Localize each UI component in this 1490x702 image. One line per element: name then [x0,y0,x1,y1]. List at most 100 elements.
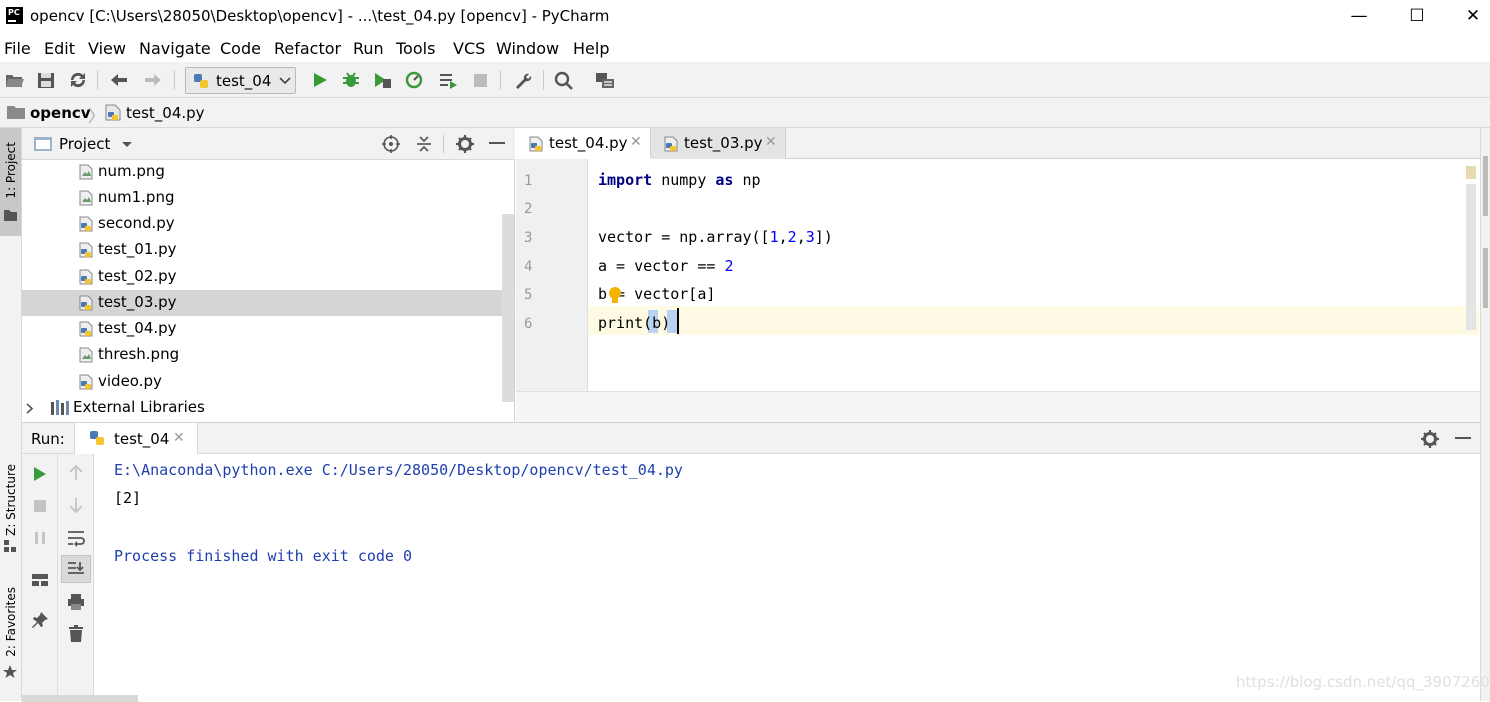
editor-bottom-area [516,391,1480,422]
profile-icon[interactable] [404,70,426,90]
menu-window[interactable]: Window [496,39,559,58]
project-scrollbar[interactable] [502,214,514,402]
project-panel: Project num.png num1.png second.py test_… [22,128,515,422]
gear-icon[interactable] [1421,430,1439,448]
minimize-button[interactable]: — [1336,4,1382,30]
code-line-1[interactable]: import numpy as np [598,171,761,189]
arrow-down-icon[interactable] [67,496,85,514]
run-panel: Run: test_04 ✕ E:\Anaconda\python.exe C:… [22,422,1480,702]
structure-icon [4,540,16,552]
run-configuration-label: test_04 [216,72,272,90]
toolbar-separator [97,70,98,90]
debug-icon[interactable] [340,70,362,90]
inspection-indicator[interactable] [1466,166,1476,179]
pause-icon[interactable] [32,530,48,546]
search-icon[interactable] [553,70,575,90]
main-toolbar: test_04 [0,62,1490,98]
breadcrumb-project[interactable]: opencv [30,104,91,122]
breadcrumb: opencv 〉 test_04.py [0,98,1490,128]
tree-item-second-py[interactable]: second.py [22,211,515,237]
menu-bar: File Edit View Navigate Code Refactor Ru… [0,34,1490,62]
menu-vcs[interactable]: VCS [453,39,485,58]
tab-label: test_04.py [549,134,628,152]
gear-icon[interactable] [456,135,474,153]
tree-item-test-01-py[interactable]: test_01.py [22,237,515,263]
chevron-right-icon[interactable] [26,403,34,414]
menu-navigate[interactable]: Navigate [139,39,211,58]
breadcrumb-file[interactable]: test_04.py [126,104,205,122]
run-tab-test-04[interactable]: test_04 ✕ [74,423,198,454]
tab-test-04-py[interactable]: test_04.py ✕ [516,128,651,159]
project-panel-title[interactable]: Project [59,135,110,153]
tree-item-test-03-py[interactable]: test_03.py [22,290,515,316]
project-tool-tab-label: 1: Project [4,142,18,199]
wrench-icon[interactable] [512,70,534,90]
minimize-panel-icon[interactable] [1455,437,1471,441]
menu-tools[interactable]: Tools [396,39,435,58]
scroll-to-end-toggle[interactable] [61,555,91,583]
favorites-tool-tab-label: 2: Favorites [4,587,18,657]
print-icon[interactable] [67,593,85,611]
line-number: 5 [524,287,533,303]
tree-item-test-04-py[interactable]: test_04.py [22,316,515,342]
save-icon[interactable] [35,70,57,90]
back-arrow-icon[interactable] [108,70,130,90]
trash-icon[interactable] [67,625,85,643]
lightbulb-icon[interactable] [607,286,623,305]
tree-item-num-png[interactable]: num.png [22,159,515,185]
close-window-button[interactable]: ✕ [1450,4,1490,30]
line-number: 6 [524,316,533,332]
minimize-panel-icon[interactable] [489,142,505,146]
stop-icon[interactable] [32,498,48,514]
locate-file-icon[interactable] [382,135,400,153]
stop-icon[interactable] [470,70,492,90]
project-tool-tab[interactable]: 1: Project [0,128,21,236]
python-file-icon [105,104,121,121]
menu-refactor[interactable]: Refactor [274,39,341,58]
code-line-4[interactable]: a = vector == 2 [598,257,733,275]
close-tab-icon[interactable]: ✕ [173,430,185,446]
code-line-6[interactable]: print(b) [598,314,670,332]
tab-test-03-py[interactable]: test_03.py ✕ [651,128,786,159]
chevron-down-icon [279,77,291,85]
concurrency-diagram-icon[interactable] [437,70,459,90]
run-with-coverage-icon[interactable] [372,70,394,90]
tree-item-thresh-png[interactable]: thresh.png [22,342,515,368]
tree-item-external-libraries[interactable]: External Libraries [22,395,515,421]
run-icon[interactable] [309,70,331,90]
menu-help[interactable]: Help [573,39,609,58]
chevron-down-icon[interactable] [121,141,133,149]
tree-item-num1-png[interactable]: num1.png [22,185,515,211]
code-line-3[interactable]: vector = np.array([1,2,3]) [598,228,833,246]
line-number: 2 [524,201,533,217]
close-tab-icon[interactable]: ✕ [765,134,777,150]
database-tool-tab[interactable] [1483,156,1488,216]
right-tool-strip [1480,128,1490,701]
menu-file[interactable]: File [4,39,31,58]
menu-edit[interactable]: Edit [44,39,75,58]
editor-scrollbar[interactable] [1466,184,1476,330]
favorites-tool-tab[interactable]: 2: Favorites [0,583,21,693]
layout-icon[interactable] [31,572,49,588]
collapse-all-icon[interactable] [416,135,432,153]
pin-icon[interactable] [31,611,49,629]
sync-icon[interactable] [67,70,89,90]
menu-run[interactable]: Run [353,39,384,58]
close-tab-icon[interactable]: ✕ [630,134,642,150]
terminal-icon[interactable] [594,70,616,90]
scview-tool-tab[interactable] [1483,248,1488,308]
arrow-up-icon[interactable] [67,464,85,482]
forward-arrow-icon[interactable] [142,70,164,90]
soft-wrap-icon[interactable] [67,529,85,547]
current-line-highlight [588,306,1479,335]
open-folder-icon[interactable] [4,70,26,90]
structure-tool-tab[interactable]: Z: Structure [0,458,21,568]
tree-item-video-py[interactable]: video.py [22,369,515,395]
rerun-icon[interactable] [32,465,48,483]
tree-item-test-02-py[interactable]: test_02.py [22,264,515,290]
scroll-to-end-icon [68,562,84,574]
menu-view[interactable]: View [88,39,126,58]
menu-code[interactable]: Code [220,39,261,58]
run-configuration-select[interactable]: test_04 [185,67,296,94]
maximize-button[interactable]: ☐ [1394,4,1440,30]
